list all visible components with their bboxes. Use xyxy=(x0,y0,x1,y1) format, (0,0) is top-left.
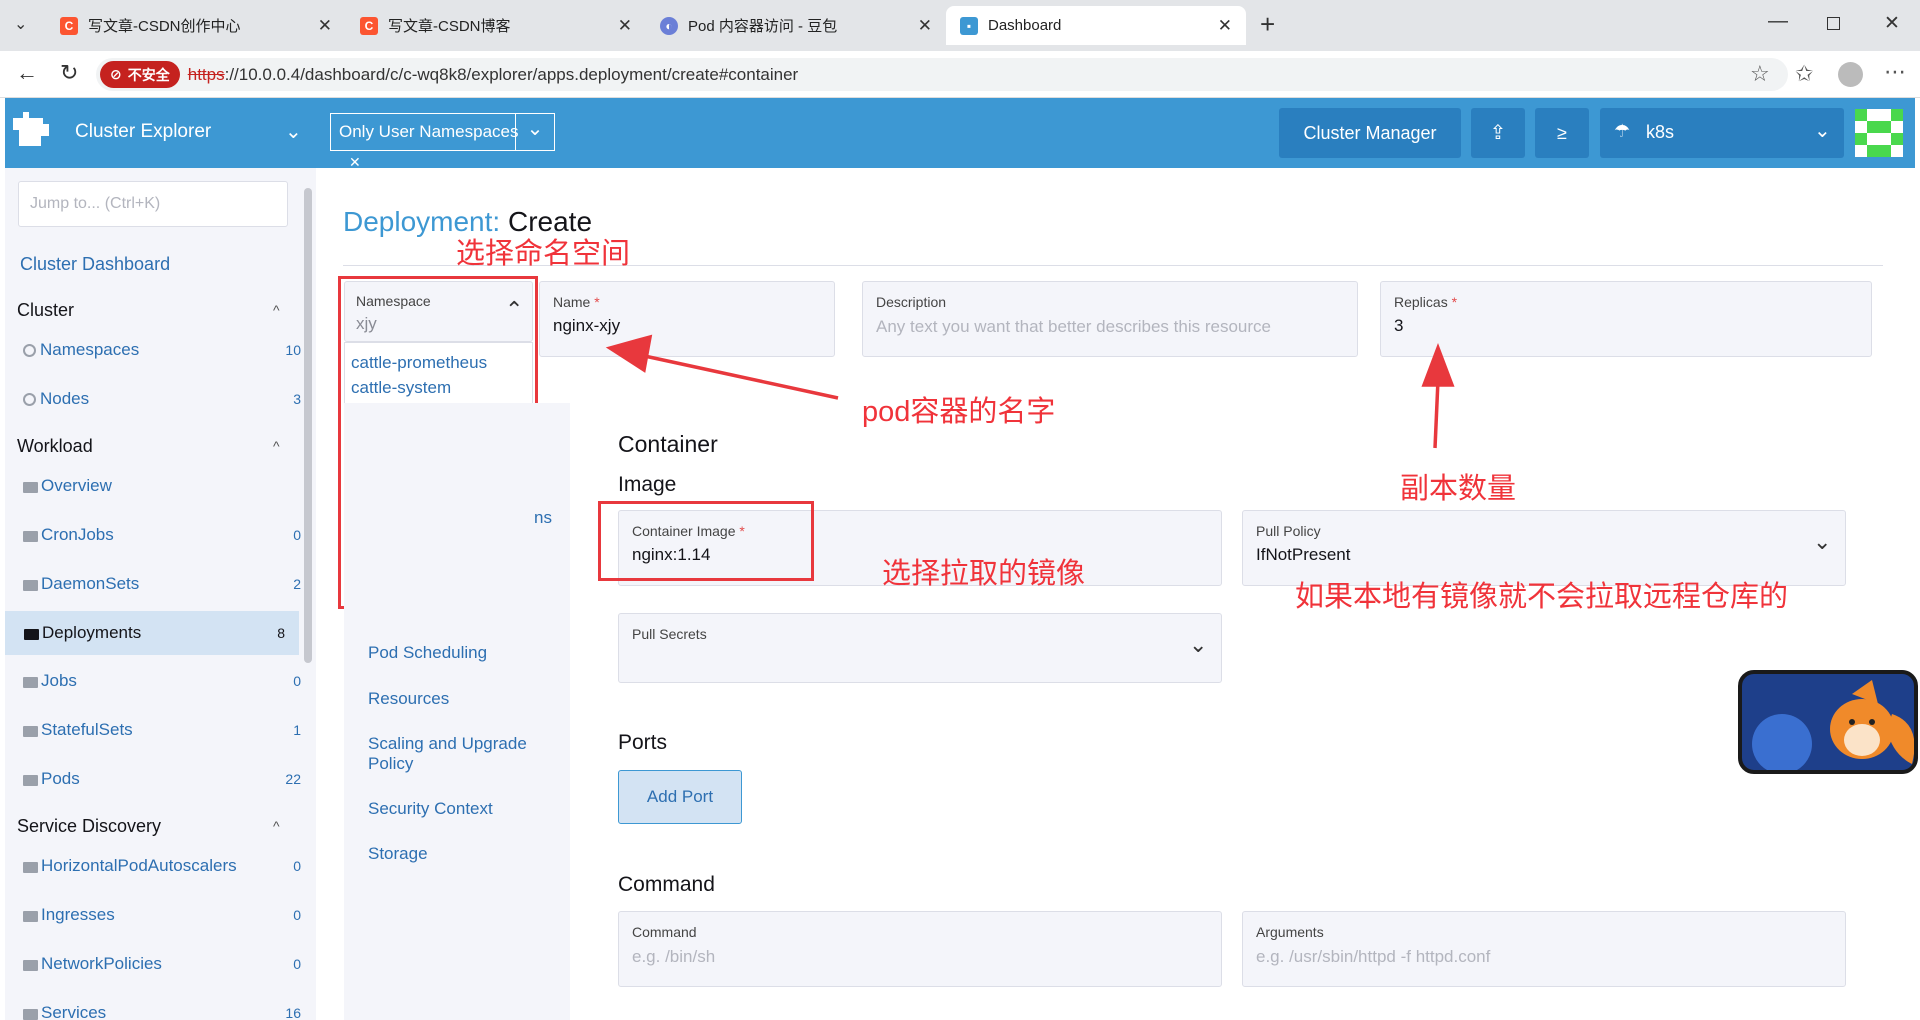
name-arrow-line xyxy=(639,353,839,400)
name-arrowhead xyxy=(605,334,653,373)
replicas-arrow-line xyxy=(1433,379,1440,449)
mascot-sticker[interactable] xyxy=(1738,670,1918,774)
annotation-arrows xyxy=(605,334,1455,449)
replicas-arrowhead xyxy=(1421,343,1455,387)
